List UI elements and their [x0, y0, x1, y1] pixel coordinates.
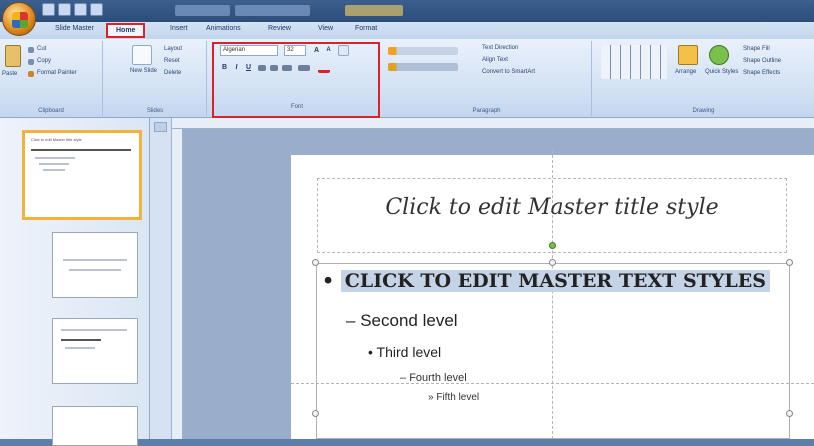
- thumbnail-line: [31, 149, 131, 151]
- undo-icon[interactable]: [58, 3, 71, 16]
- thumbnail-line: [69, 269, 121, 271]
- new-slide-icon[interactable]: [132, 45, 152, 65]
- paragraph-group-label: Paragraph: [472, 108, 501, 114]
- shape-fill-label[interactable]: Shape Fill: [743, 46, 770, 52]
- paste-icon[interactable]: [5, 45, 21, 67]
- level-1-text: CLICK TO EDIT MASTER TEXT STYLES: [340, 270, 770, 292]
- arrange-label[interactable]: Arrange: [675, 69, 696, 75]
- redo-icon[interactable]: [74, 3, 87, 16]
- shape-effects-label[interactable]: Shape Effects: [743, 70, 780, 76]
- tab-slide-master[interactable]: Slide Master: [55, 25, 94, 32]
- cut-label[interactable]: Cut: [37, 46, 46, 52]
- customize-icon[interactable]: [90, 3, 103, 16]
- scroll-up-icon[interactable]: [154, 122, 167, 132]
- level-2-text: Second level: [360, 311, 458, 330]
- tab-view[interactable]: View: [318, 25, 333, 32]
- window-title-2: [235, 5, 310, 16]
- level-5-text: Fifth level: [436, 392, 480, 403]
- rotate-handle[interactable]: [549, 242, 556, 249]
- format-painter-label[interactable]: Format Painter: [37, 70, 77, 76]
- drawing-group: Arrange Quick Styles Shape Fill Shape Ou…: [593, 41, 814, 116]
- bullet-4: –: [400, 372, 407, 384]
- thumbnail-line: [35, 157, 75, 159]
- bullet-5: »: [428, 392, 434, 403]
- clipboard-group: Paste Cut Copy Format Painter Clipboard: [0, 41, 103, 116]
- tab-home[interactable]: Home: [106, 23, 146, 38]
- delete-label[interactable]: Delete: [164, 70, 181, 76]
- quick-styles-label[interactable]: Quick Styles: [705, 69, 738, 75]
- text-direction-label[interactable]: Text Direction: [482, 45, 518, 51]
- convert-smartart-label[interactable]: Convert to SmartArt: [482, 69, 535, 75]
- shape-outline-label[interactable]: Shape Outline: [743, 58, 781, 64]
- resize-handle[interactable]: [549, 259, 556, 266]
- copy-label[interactable]: Copy: [37, 58, 51, 64]
- text-level-2[interactable]: – Second level: [346, 311, 458, 331]
- resize-handle[interactable]: [312, 410, 319, 417]
- tab-review[interactable]: Review: [268, 25, 291, 32]
- drawing-group-label: Drawing: [692, 108, 715, 114]
- office-button[interactable]: [2, 2, 36, 36]
- thumbnail-title: Click to edit Master title style: [31, 137, 82, 142]
- level-3-text: Third level: [376, 344, 442, 360]
- clipboard-group-label: Clipboard: [38, 108, 64, 114]
- layout-label[interactable]: Layout: [164, 46, 182, 52]
- resize-handle[interactable]: [312, 259, 319, 266]
- window-title: [175, 5, 230, 16]
- format-painter-icon[interactable]: [28, 71, 34, 77]
- new-slide-label[interactable]: New Slide: [130, 68, 157, 74]
- reset-label[interactable]: Reset: [164, 58, 180, 64]
- resize-handle[interactable]: [786, 259, 793, 266]
- ribbon-tabs: Slide Master Home Insert Animations Revi…: [0, 22, 814, 39]
- panel-scrollbar[interactable]: [150, 118, 172, 439]
- tab-animations[interactable]: Animations: [206, 25, 241, 32]
- tab-insert[interactable]: Insert: [170, 25, 188, 32]
- thumbnail-master[interactable]: Click to edit Master title style: [22, 130, 142, 220]
- title-bar: [0, 0, 814, 22]
- thumbnail-line: [39, 163, 69, 165]
- thumbnail-layout-2[interactable]: [52, 318, 138, 384]
- bullets-icon[interactable]: [388, 47, 458, 55]
- ribbon: Paste Cut Copy Format Painter Clipboard …: [0, 39, 814, 118]
- paragraph-group: Text Direction Align Text Convert to Sma…: [382, 41, 592, 116]
- paste-label[interactable]: Paste: [2, 71, 17, 77]
- contextual-tab-title: [345, 5, 403, 16]
- shapes-gallery-icon[interactable]: [601, 45, 667, 79]
- thumbnail-line: [61, 339, 101, 341]
- thumbnail-line: [63, 259, 127, 261]
- quick-access-toolbar: [42, 3, 103, 16]
- arrange-icon[interactable]: [678, 45, 698, 65]
- text-level-3[interactable]: • Third level: [368, 344, 441, 360]
- text-level-5[interactable]: » Fifth level: [428, 392, 479, 403]
- thumbnail-line: [43, 169, 65, 171]
- text-level-4[interactable]: – Fourth level: [400, 372, 467, 384]
- text-level-1[interactable]: • CLICK TO EDIT MASTER TEXT STYLES: [322, 270, 770, 292]
- slides-group-label: Slides: [146, 108, 164, 114]
- tab-format[interactable]: Format: [355, 25, 377, 32]
- bullet-2: –: [346, 311, 356, 330]
- thumbnail-line: [61, 329, 127, 331]
- font-group-highlight: [212, 42, 380, 118]
- level-4-text: Fourth level: [409, 372, 467, 384]
- bullet-1: •: [322, 270, 335, 292]
- align-text-label[interactable]: Align Text: [482, 57, 508, 63]
- quick-styles-icon[interactable]: [709, 45, 729, 65]
- copy-icon[interactable]: [28, 59, 34, 65]
- save-icon[interactable]: [42, 3, 55, 16]
- vertical-ruler[interactable]: [172, 129, 183, 439]
- slide-title[interactable]: Click to edit Master title style: [317, 195, 787, 220]
- bullet-3: •: [368, 344, 373, 360]
- align-icons[interactable]: [388, 63, 458, 71]
- horizontal-ruler[interactable]: [172, 118, 814, 129]
- cut-icon[interactable]: [28, 47, 34, 53]
- thumbnail-line: [65, 347, 95, 349]
- office-logo-icon: [12, 12, 28, 28]
- resize-handle[interactable]: [786, 410, 793, 417]
- slides-panel[interactable]: Click to edit Master title style: [0, 118, 150, 446]
- thumbnail-layout-3[interactable]: [52, 406, 138, 446]
- slides-group: New Slide Layout Reset Delete Slides: [104, 41, 207, 116]
- thumbnail-layout-1[interactable]: [52, 232, 138, 298]
